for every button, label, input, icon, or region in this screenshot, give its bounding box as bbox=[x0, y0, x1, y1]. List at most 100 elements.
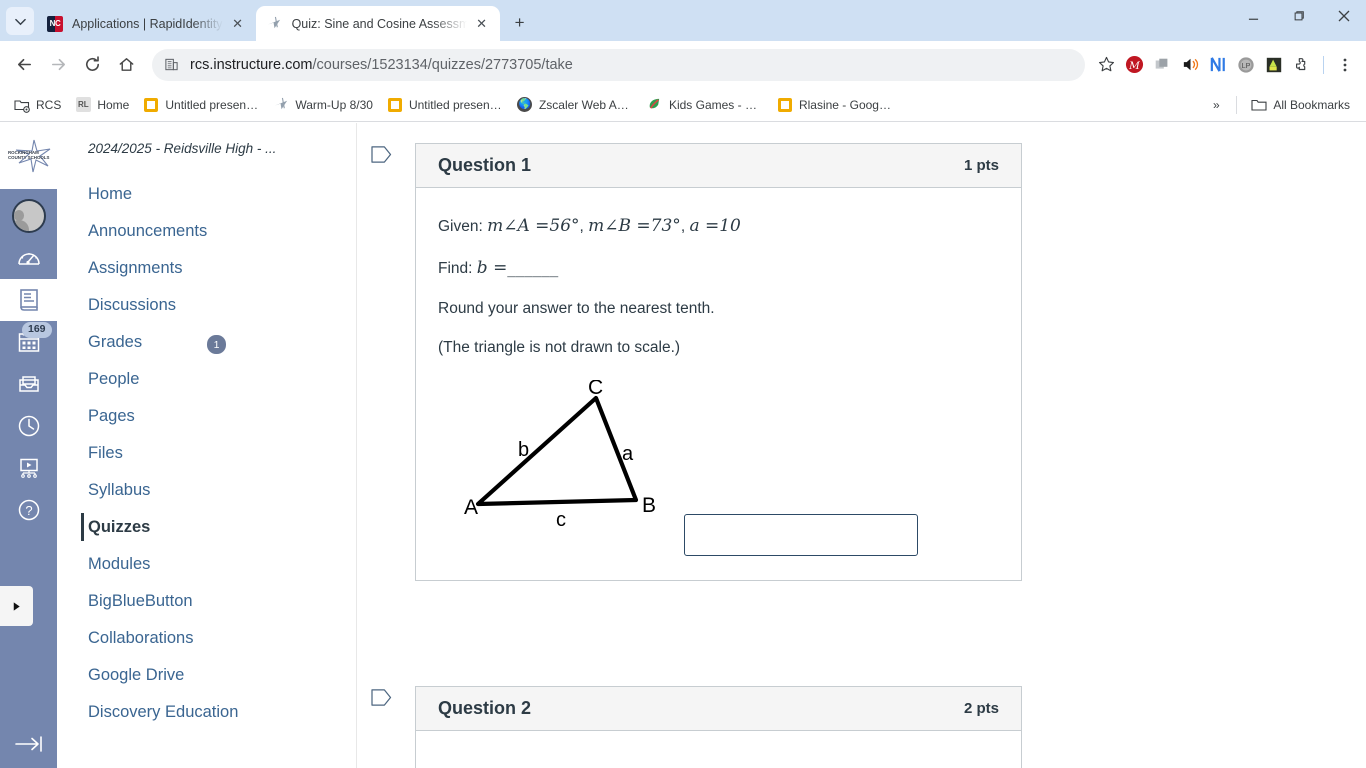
close-icon[interactable]: ✕ bbox=[229, 15, 247, 33]
bookmark-home[interactable]: RL Home bbox=[69, 94, 137, 116]
sidebar-item-grades[interactable]: Grades 1 bbox=[57, 324, 356, 361]
find-math: b =______ bbox=[476, 257, 559, 278]
question-1-header: Question 1 1 pts bbox=[416, 144, 1021, 188]
all-bookmarks-button[interactable]: All Bookmarks bbox=[1245, 94, 1358, 116]
tab-applications-rapididentity[interactable]: NC Applications | RapidIdentity ✕ bbox=[36, 6, 256, 41]
bookmarks-overflow-button[interactable]: » bbox=[1204, 93, 1228, 117]
question-2-header: Question 2 2 pts bbox=[416, 687, 1021, 731]
sidebar-item-quizzes[interactable]: Quizzes bbox=[57, 509, 356, 546]
rail-item-help[interactable]: ? bbox=[0, 489, 57, 531]
rail-item-calendar[interactable]: 169 bbox=[0, 321, 57, 363]
tab-strip: NC Applications | RapidIdentity ✕ Quiz: … bbox=[0, 0, 1366, 41]
bookmark-label: Home bbox=[97, 97, 130, 112]
sidebar-item-discovery-education[interactable]: Discovery Education bbox=[57, 694, 356, 731]
new-tab-button[interactable]: + bbox=[506, 9, 534, 37]
given-math-1: m∠A =56° bbox=[487, 216, 580, 236]
rail-item-studio[interactable] bbox=[0, 447, 57, 489]
close-window-button[interactable] bbox=[1321, 0, 1366, 32]
find-label: Find: bbox=[438, 259, 473, 277]
bookmark-kids-games[interactable]: Kids Games - Educa... bbox=[641, 94, 771, 116]
inbox-icon bbox=[18, 376, 39, 392]
home-icon bbox=[119, 58, 133, 71]
folder-icon bbox=[1251, 97, 1267, 113]
sidebar-item-pages[interactable]: Pages bbox=[57, 398, 356, 435]
reload-button[interactable] bbox=[76, 49, 108, 81]
bookmark-rlasine-slides[interactable]: Rlasine - Google Sli... bbox=[771, 94, 901, 116]
collapse-nav-button[interactable] bbox=[0, 734, 57, 754]
lastpass-extension-icon[interactable]: LP bbox=[1233, 52, 1259, 78]
flag-question-2-button[interactable] bbox=[371, 688, 415, 707]
url-text: rcs.instructure.com/courses/1523134/quiz… bbox=[190, 57, 573, 73]
extensions-puzzle-icon[interactable] bbox=[1289, 52, 1315, 78]
sidebar-item-collaborations[interactable]: Collaborations bbox=[57, 620, 356, 657]
page-viewport: ROCKINGHAM COUNTY SCHOOLS 169 ? 2024/202… bbox=[0, 123, 1366, 768]
forward-button[interactable] bbox=[42, 49, 74, 81]
flag-question-1-button[interactable] bbox=[371, 145, 415, 164]
tab-search-button[interactable] bbox=[6, 7, 34, 35]
bookmark-rcs[interactable]: RCS bbox=[8, 94, 69, 116]
reload-icon bbox=[85, 56, 99, 71]
rapididentity-icon: RL bbox=[75, 97, 91, 113]
page-info-icon[interactable] bbox=[158, 52, 184, 78]
question-1-given-line: Given: m∠A =56°, m∠B =73°, a =10 bbox=[438, 214, 999, 240]
bookmark-warm-up[interactable]: Warm-Up 8/30 bbox=[267, 94, 381, 116]
sidebar-item-announcements[interactable]: Announcements bbox=[57, 213, 356, 250]
cube-extension-icon[interactable] bbox=[1149, 52, 1175, 78]
vertex-label-c: C bbox=[588, 380, 603, 399]
question-1-name: Question 1 bbox=[438, 155, 532, 175]
address-bar[interactable]: rcs.instructure.com/courses/1523134/quiz… bbox=[152, 48, 1085, 81]
question-1-scale-note: (The triangle is not drawn to scale.) bbox=[438, 339, 681, 357]
chrome-menu-button[interactable] bbox=[1332, 52, 1358, 78]
all-bookmarks-label: All Bookmarks bbox=[1273, 97, 1350, 112]
sidebar-item-bigbluebutton[interactable]: BigBlueButton bbox=[57, 583, 356, 620]
rail-item-account[interactable] bbox=[0, 189, 57, 237]
maximize-button[interactable] bbox=[1276, 0, 1321, 32]
sidebar-item-discussions[interactable]: Discussions bbox=[57, 287, 356, 324]
play-triangle-icon bbox=[13, 601, 20, 611]
district-logo[interactable]: ROCKINGHAM COUNTY SCHOOLS bbox=[0, 123, 57, 189]
bookmark-label: Rlasine - Google Sli... bbox=[798, 97, 893, 112]
sidebar-item-modules[interactable]: Modules bbox=[57, 546, 356, 583]
notebook-extension-icon[interactable] bbox=[1205, 52, 1231, 78]
close-icon bbox=[1338, 10, 1349, 22]
sidebar-item-google-drive[interactable]: Google Drive bbox=[57, 657, 356, 694]
question-1-find-line: Find: b =______ bbox=[438, 256, 999, 282]
bookmarks-bar: RCS RL Home Untitled presentatio... Warm… bbox=[0, 88, 1366, 122]
tab-quiz-sine-and-cosine[interactable]: Quiz: Sine and Cosine Assessm ✕ bbox=[255, 6, 500, 41]
bookmark-untitled-presentation-2[interactable]: Untitled presentatio... bbox=[381, 94, 511, 116]
three-dot-icon bbox=[1343, 58, 1347, 71]
rail-item-inbox[interactable] bbox=[0, 363, 57, 405]
home-button[interactable] bbox=[110, 49, 142, 81]
sidebar-item-label: Grades bbox=[88, 333, 143, 351]
close-icon[interactable]: ✕ bbox=[473, 15, 491, 33]
audio-extension-icon[interactable] bbox=[1177, 52, 1203, 78]
given-sep-1: , bbox=[579, 218, 584, 235]
rail-item-dashboard[interactable] bbox=[0, 237, 57, 279]
expand-nav-button[interactable] bbox=[0, 586, 33, 626]
avatar-icon bbox=[11, 199, 46, 233]
rail-item-history[interactable] bbox=[0, 405, 57, 447]
course-navigation: 2024/2025 - Reidsville High - ... Home A… bbox=[57, 123, 357, 768]
minimize-button[interactable] bbox=[1231, 0, 1276, 32]
sidebar-item-files[interactable]: Files bbox=[57, 435, 356, 472]
google-slides-icon bbox=[777, 97, 793, 113]
sidebar-item-syllabus[interactable]: Syllabus bbox=[57, 472, 356, 509]
globe-icon: 🌎 bbox=[517, 97, 533, 112]
side-label-a: a bbox=[622, 443, 634, 465]
folder-gear-icon bbox=[14, 97, 30, 113]
bookmark-zscaler[interactable]: 🌎 Zscaler Web Acces... bbox=[511, 94, 641, 116]
sidebar-item-assignments[interactable]: Assignments bbox=[57, 250, 356, 287]
sidebar-item-home[interactable]: Home bbox=[57, 176, 356, 213]
mcafee-extension-icon[interactable]: M bbox=[1121, 52, 1147, 78]
rail-item-courses[interactable] bbox=[0, 279, 57, 321]
bookmark-untitled-presentation-1[interactable]: Untitled presentatio... bbox=[137, 94, 267, 116]
sidebar-item-people[interactable]: People bbox=[57, 361, 356, 398]
back-button[interactable] bbox=[8, 49, 40, 81]
given-sep-2: , bbox=[680, 218, 686, 235]
question-1-answer-input[interactable] bbox=[684, 514, 919, 556]
bookmark-star-button[interactable] bbox=[1093, 52, 1119, 78]
given-math-3: a =10 bbox=[689, 216, 741, 236]
toolbar-divider bbox=[1323, 55, 1324, 74]
side-label-b: b bbox=[518, 439, 529, 461]
highlighter-extension-icon[interactable] bbox=[1261, 52, 1287, 78]
